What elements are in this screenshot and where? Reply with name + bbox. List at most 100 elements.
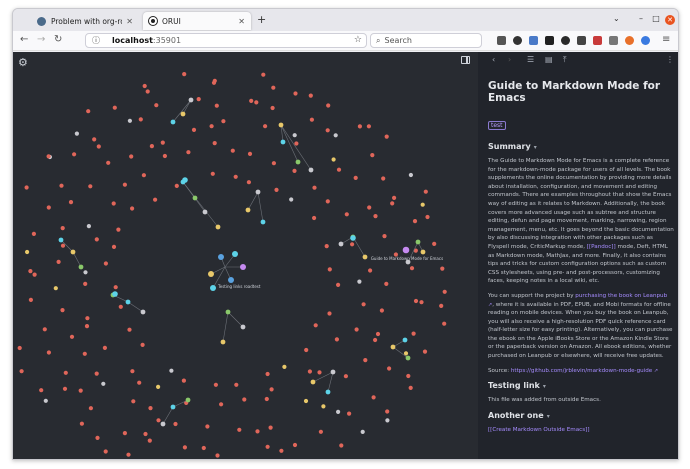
graph-node[interactable] <box>130 206 135 211</box>
graph-node[interactable] <box>122 431 127 436</box>
graph-node[interactable] <box>309 117 314 122</box>
list-all-tabs-icon[interactable]: ⌄ <box>613 14 620 23</box>
graph-node[interactable] <box>215 453 220 458</box>
graph-node[interactable] <box>375 331 381 337</box>
graph-node[interactable] <box>312 215 317 221</box>
graph-node[interactable] <box>278 122 284 128</box>
graph-node[interactable] <box>344 212 349 217</box>
graph-node[interactable] <box>338 241 344 247</box>
graph-node[interactable] <box>62 386 68 391</box>
graph-node[interactable] <box>343 374 348 379</box>
graph-node[interactable] <box>225 309 231 315</box>
graph-node[interactable] <box>425 214 430 220</box>
graph-node[interactable] <box>362 254 368 260</box>
graph-node[interactable] <box>78 388 83 393</box>
graph-node[interactable] <box>221 119 226 124</box>
graph-node[interactable] <box>156 418 161 423</box>
graph-node[interactable] <box>260 219 266 225</box>
graph-node[interactable] <box>202 209 208 215</box>
graph-node[interactable] <box>31 231 36 236</box>
graph-node[interactable] <box>282 364 287 369</box>
graph-node[interactable] <box>339 443 344 448</box>
graph-node[interactable] <box>307 369 312 374</box>
minimize-icon[interactable]: – <box>635 14 647 23</box>
graph-node[interactable] <box>233 174 238 179</box>
graph-node[interactable] <box>384 134 389 139</box>
graph-node[interactable] <box>153 197 158 202</box>
graph-node[interactable] <box>254 100 259 105</box>
graph-node[interactable] <box>218 254 224 260</box>
graph-node[interactable] <box>230 148 235 153</box>
graph-node[interactable] <box>442 321 447 326</box>
graph-node[interactable] <box>415 239 421 245</box>
graph-node[interactable] <box>247 151 253 156</box>
graph-node[interactable] <box>28 269 33 274</box>
graph-node[interactable] <box>96 144 101 149</box>
graph-node[interactable] <box>411 331 416 336</box>
toggle-sidebar-icon[interactable] <box>461 56 470 64</box>
graph-node[interactable] <box>214 103 219 108</box>
graph-node[interactable] <box>268 425 273 430</box>
graph-node[interactable] <box>265 444 270 449</box>
graph-view[interactable]: Guide to Markdown Mode for Emacs Testing … <box>13 52 478 459</box>
graph-node[interactable] <box>94 371 99 376</box>
graph-node[interactable] <box>353 175 358 180</box>
more-options-icon[interactable]: ⋮ <box>666 55 674 64</box>
back-icon[interactable]: ‹ <box>492 55 495 64</box>
graph-node[interactable] <box>269 387 274 392</box>
graph-node[interactable] <box>208 271 214 277</box>
graph-node[interactable] <box>137 380 142 385</box>
graph-node[interactable] <box>169 368 174 373</box>
graph-node[interactable] <box>46 350 52 355</box>
url-bar[interactable]: ⓘ localhost:35901 ☆ <box>85 33 367 48</box>
maximize-icon[interactable]: □ <box>650 14 662 23</box>
graph-node[interactable] <box>86 109 91 114</box>
graph-node[interactable] <box>173 421 178 427</box>
graph-node[interactable] <box>43 398 48 403</box>
graph-node[interactable] <box>336 409 341 414</box>
extension-dark-icon[interactable] <box>545 36 554 45</box>
graph-node[interactable] <box>112 105 117 110</box>
graph-node[interactable] <box>215 224 221 230</box>
graph-node[interactable] <box>46 205 51 210</box>
graph-node[interactable] <box>196 97 201 102</box>
graph-node[interactable] <box>46 154 51 159</box>
graph-node[interactable] <box>210 171 215 176</box>
graph-node[interactable] <box>317 370 322 375</box>
graph-node[interactable] <box>325 199 330 204</box>
graph-node[interactable] <box>403 351 409 356</box>
graph-node[interactable] <box>60 226 65 231</box>
forward-icon[interactable]: › <box>508 55 511 64</box>
graph-node[interactable] <box>39 388 44 393</box>
extension-blue-icon[interactable] <box>529 36 538 45</box>
collapse-caret-icon[interactable]: ▾ <box>534 144 537 151</box>
graph-node[interactable] <box>246 180 251 185</box>
graph-node[interactable] <box>138 117 143 122</box>
graph-node[interactable] <box>56 259 61 264</box>
graph-node[interactable] <box>294 141 299 146</box>
graph-node[interactable] <box>368 268 373 273</box>
extension-shield-icon[interactable] <box>641 36 650 45</box>
graph-node[interactable] <box>423 189 428 194</box>
graph-node[interactable] <box>182 445 187 450</box>
graph-node[interactable] <box>357 279 362 284</box>
graph-node[interactable] <box>142 83 147 89</box>
graph-node[interactable] <box>263 124 268 129</box>
extension-grey-icon[interactable] <box>609 36 618 45</box>
graph-node[interactable] <box>148 406 153 411</box>
graph-node[interactable] <box>336 167 342 172</box>
graph-node[interactable] <box>32 272 37 277</box>
graph-node[interactable] <box>354 327 359 332</box>
graph-node[interactable] <box>385 409 390 414</box>
summary-heading[interactable]: Summary ▾ <box>488 142 674 151</box>
graph-node[interactable] <box>102 345 107 350</box>
source-link[interactable]: https://github.com/jrblevin/markdown-mod… <box>511 368 652 374</box>
close-tab-icon[interactable]: ✕ <box>238 17 245 26</box>
close-window-icon[interactable]: ✕ <box>665 15 675 25</box>
graph-node[interactable] <box>318 429 323 434</box>
graph-node[interactable] <box>174 183 179 188</box>
graph-node[interactable] <box>170 119 176 125</box>
graph-node[interactable] <box>379 308 384 313</box>
graph-node[interactable] <box>422 349 428 354</box>
graph-node[interactable] <box>409 266 415 271</box>
